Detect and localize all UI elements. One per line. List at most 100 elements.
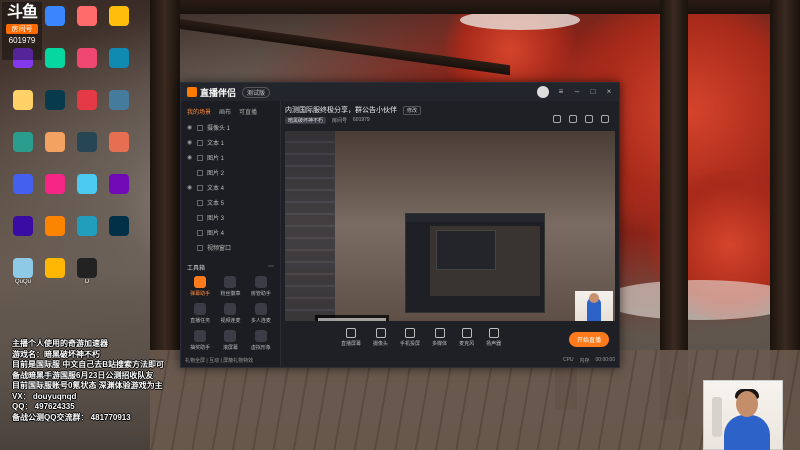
message-icon[interactable]	[585, 115, 593, 123]
lock-icon[interactable]	[197, 184, 203, 191]
more-icon[interactable]: ⋯	[268, 263, 274, 272]
tab-my-scenes[interactable]: 我的场景	[187, 107, 211, 116]
visibility-icon[interactable]: ◉	[187, 184, 193, 191]
desktop-shortcut[interactable]: D	[72, 258, 102, 285]
desktop-shortcut[interactable]	[104, 48, 134, 69]
share-icon[interactable]	[569, 115, 577, 123]
lock-icon[interactable]	[197, 214, 203, 221]
tool-item[interactable]: 虚拟形象	[246, 330, 276, 351]
webcam-feed	[703, 380, 783, 450]
tool-item[interactable]: 弹幕助手	[185, 276, 215, 297]
room-id-value: 601979	[353, 117, 370, 123]
scene-item[interactable]: 图片 4	[181, 225, 280, 240]
scene-item[interactable]: ◉ 文本 4	[181, 180, 280, 195]
desktop-shortcut[interactable]: QuQu	[8, 258, 38, 285]
desktop-shortcut[interactable]	[8, 174, 38, 195]
lock-icon[interactable]	[197, 124, 203, 131]
minimize-icon[interactable]: –	[573, 88, 581, 96]
scene-item[interactable]: ◉ 摄像头 1	[181, 120, 280, 135]
stream-preview[interactable]	[285, 131, 615, 321]
tool-item[interactable]: 粉丝徽章	[215, 276, 245, 297]
desktop-shortcut[interactable]	[40, 48, 70, 69]
tool-item[interactable]: 多人连麦	[246, 303, 276, 324]
desktop-shortcut[interactable]	[8, 132, 38, 153]
menu-icon[interactable]: ≡	[557, 88, 565, 96]
scene-item-label: 图片 4	[207, 231, 225, 237]
lock-icon[interactable]	[197, 169, 203, 176]
scene-item[interactable]: ◉ 文本 1	[181, 135, 280, 150]
user-avatar[interactable]	[537, 86, 549, 98]
desktop-shortcut[interactable]	[72, 216, 102, 237]
visibility-icon[interactable]: ◉	[187, 139, 193, 146]
source-button[interactable]: 直播屏幕	[341, 327, 361, 347]
scene-item[interactable]: 视频窗口	[181, 240, 280, 255]
scene-item[interactable]: 图片 2	[181, 165, 280, 180]
tool-label: 抽奖助手	[190, 345, 211, 351]
desktop-shortcut[interactable]	[40, 216, 70, 237]
desktop-shortcut[interactable]	[40, 90, 70, 111]
room-category[interactable]: 暗黑破坏神不朽	[285, 117, 327, 124]
scene-item[interactable]: 图片 3	[181, 210, 280, 225]
lock-icon[interactable]	[197, 244, 203, 251]
tab-canvas[interactable]: 画布	[219, 107, 231, 116]
close-icon[interactable]: ×	[605, 88, 613, 96]
desktop-shortcut[interactable]	[40, 6, 70, 27]
start-live-button[interactable]: 开始直播	[568, 332, 609, 347]
app-icon	[13, 132, 33, 152]
source-button-label: 手机投屏	[400, 340, 421, 347]
source-button[interactable]: 摄像头	[373, 327, 388, 347]
source-button[interactable]: 麦克风	[459, 327, 474, 347]
desktop-shortcut[interactable]	[8, 90, 38, 111]
source-button[interactable]: 扬声器	[486, 327, 501, 347]
app-icon	[109, 6, 129, 26]
tool-item[interactable]: 抽奖助手	[185, 330, 215, 351]
tab-live[interactable]: 可直播	[239, 107, 257, 116]
tool-item[interactable]: 直播任务	[185, 303, 215, 324]
desktop-shortcut[interactable]	[104, 90, 134, 111]
tool-icon	[224, 276, 237, 288]
lock-icon[interactable]	[197, 139, 203, 146]
desktop-shortcut[interactable]	[8, 216, 38, 237]
app-icon	[45, 216, 65, 236]
source-button[interactable]: 多媒体	[432, 327, 448, 347]
desktop-shortcut[interactable]	[104, 6, 134, 27]
speaker-icon	[488, 327, 499, 338]
gift-icon[interactable]	[553, 115, 561, 123]
tool-label: 视频连麦	[220, 318, 241, 324]
desktop-shortcut-label: QuQu	[14, 279, 31, 285]
desktop-shortcut[interactable]	[40, 132, 70, 153]
info-line: 备战暗黑手游国服6月23日公测招收队友	[12, 370, 154, 380]
visibility-icon[interactable]: ◉	[187, 154, 193, 161]
visibility-icon[interactable]: ◉	[187, 124, 193, 131]
desktop-shortcut[interactable]	[40, 258, 70, 279]
desktop-shortcut[interactable]	[72, 174, 102, 195]
lock-icon[interactable]	[197, 229, 203, 236]
desktop-shortcut[interactable]	[72, 6, 102, 27]
tool-item[interactable]: 视频连麦	[215, 303, 245, 324]
maximize-icon[interactable]: □	[589, 88, 597, 96]
scene-item[interactable]: ◉ 图片 1	[181, 150, 280, 165]
desktop-shortcut[interactable]	[72, 132, 102, 153]
source-button[interactable]: 手机投屏	[400, 327, 421, 347]
desktop-shortcut[interactable]	[72, 48, 102, 69]
desktop-shortcut[interactable]	[104, 216, 134, 237]
desktop-shortcut[interactable]	[104, 132, 134, 153]
scene-item[interactable]: 文本 5	[181, 195, 280, 210]
info-line: QQ： 497624335	[12, 402, 75, 411]
lock-icon[interactable]	[197, 154, 203, 161]
source-button-label: 多媒体	[432, 340, 448, 347]
desktop-shortcut[interactable]	[40, 174, 70, 195]
info-line: 目前是国际服 中文自己去B站搜索方法即可	[12, 360, 164, 369]
info-line: 目前国际服账号0氪状态 深渊体验游戏为主	[12, 381, 163, 390]
scene-list: ◉ 摄像头 1 ◉ 文本 1 ◉ 图片 1 图片 2 ◉ 文本 4 文本 5 图片 3 图片 4 视频窗…	[181, 120, 280, 255]
lock-icon[interactable]	[197, 199, 203, 206]
edit-title-button[interactable]: 修改	[403, 105, 422, 115]
desktop-shortcut[interactable]	[104, 174, 134, 195]
tool-item[interactable]: 房管助手	[246, 276, 276, 297]
settings-icon[interactable]	[601, 115, 609, 123]
room-title[interactable]: 内测国际服终极分享，群公告小伙伴	[285, 105, 397, 115]
app-icon	[13, 258, 33, 278]
tool-item[interactable]: 滚屏幕	[215, 330, 245, 351]
desktop-shortcut[interactable]	[72, 90, 102, 111]
tool-icon	[254, 330, 267, 342]
